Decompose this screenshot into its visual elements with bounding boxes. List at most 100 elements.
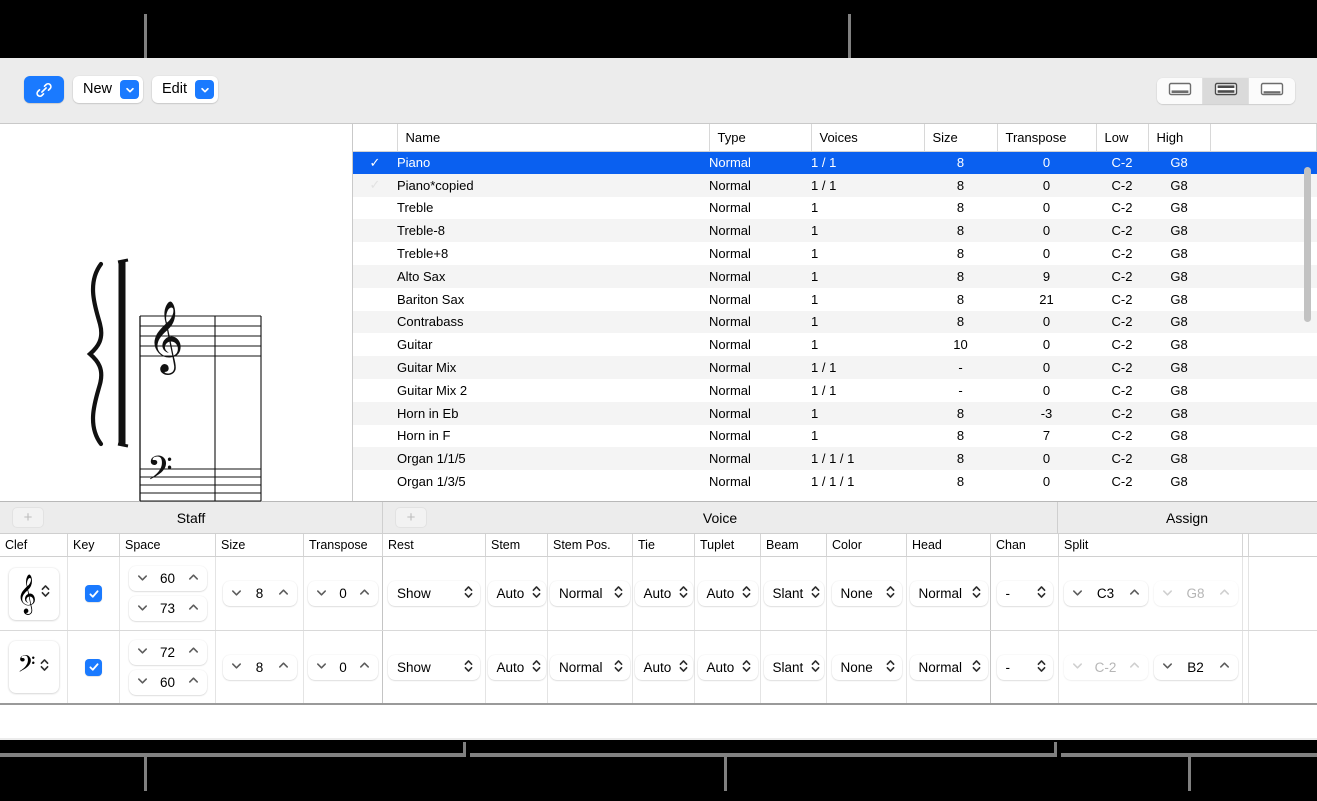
row-checkmark[interactable] (353, 447, 397, 471)
split-high-stepper-1-decrement-chevron-down-icon[interactable] (1161, 586, 1174, 602)
new-button[interactable]: New (73, 76, 144, 103)
table-row[interactable]: Contrabass Normal 1 8 0 C-2 G8 (353, 310, 1317, 334)
space-bottom-stepper-2-decrement-chevron-down-icon[interactable] (136, 674, 149, 690)
table-row[interactable]: Guitar Mix Normal 1 / 1-0 C-2 G8 (353, 356, 1317, 379)
clef-button-1[interactable]: 𝄞 (8, 567, 59, 620)
split-low-stepper-1-decrement-chevron-down-icon[interactable] (1071, 586, 1084, 602)
view-single-pane-button[interactable] (1157, 78, 1203, 104)
split-low-stepper-1[interactable]: C3 (1063, 581, 1148, 606)
new-dropdown-chevron-down-icon[interactable] (120, 80, 140, 99)
transpose-stepper-2[interactable]: 0 (308, 654, 378, 680)
table-row[interactable]: Treble Normal 1 8 0 C-2 G8 (353, 197, 1317, 220)
column-header-transpose[interactable]: Transpose (997, 124, 1097, 152)
row-checkmark[interactable] (353, 379, 397, 402)
row-checkmark[interactable] (353, 197, 397, 220)
row-checkmark[interactable] (353, 219, 397, 243)
transpose-stepper-2-decrement-chevron-down-icon[interactable] (315, 659, 328, 675)
split-low-stepper-1-increment-chevron-up-icon[interactable] (1128, 586, 1141, 602)
stem-popup-2[interactable]: Auto (487, 654, 546, 680)
stem-pos-popup-1[interactable]: Normal (550, 581, 630, 606)
view-split-pane-button[interactable] (1203, 78, 1249, 104)
size-stepper-1-decrement-chevron-down-icon[interactable] (230, 586, 243, 602)
split-high-stepper-2-increment-chevron-up-icon[interactable] (1218, 659, 1231, 675)
row-checkmark[interactable] (353, 425, 397, 448)
row-checkmark[interactable] (353, 401, 397, 425)
rest-popup-1[interactable]: Show (388, 581, 480, 606)
row-checkmark[interactable] (353, 264, 397, 288)
table-row[interactable]: Guitar Normal 1 10 0 C-2 G8 (353, 333, 1317, 356)
clef-button-2[interactable]: 𝄢 (8, 641, 59, 693)
split-low-stepper-2[interactable]: C-2 (1063, 654, 1148, 680)
beam-popup-2[interactable]: Slant (763, 654, 824, 680)
table-row[interactable]: Organ 1/3/5 Normal 1 / 1 / 1 8 0 C-2 G8 (353, 470, 1317, 493)
chan-popup-2[interactable]: - (996, 654, 1053, 680)
table-row[interactable]: Organ 1/1/5 Normal 1 / 1 / 1 8 0 C-2 G8 (353, 447, 1317, 471)
row-checkmark[interactable] (353, 288, 397, 311)
key-checkbox-1[interactable] (85, 585, 102, 602)
size-stepper-2[interactable]: 8 (222, 654, 297, 680)
head-popup-1[interactable]: Normal (909, 581, 988, 606)
table-row[interactable]: Horn in F Normal 1 8 7 C-2 G8 (353, 425, 1317, 448)
space-bottom-stepper-2-increment-chevron-up-icon[interactable] (187, 674, 200, 690)
chan-popup-1[interactable]: - (996, 581, 1053, 606)
space-bottom-stepper-2[interactable]: 60 (128, 669, 207, 695)
head-popup-2[interactable]: Normal (909, 654, 988, 680)
table-row[interactable]: Bariton Sax Normal 1 8 21 C-2 G8 (353, 288, 1317, 311)
table-row[interactable]: Treble-8 Normal 1 8 0 C-2 G8 (353, 219, 1317, 243)
split-high-stepper-2-decrement-chevron-down-icon[interactable] (1161, 659, 1174, 675)
tie-popup-1[interactable]: Auto (634, 581, 693, 606)
column-header-voices[interactable]: Voices (811, 124, 925, 152)
row-checkmark[interactable]: ✓ (353, 173, 397, 197)
rest-popup-2[interactable]: Show (388, 654, 480, 680)
beam-popup-1[interactable]: Slant (763, 581, 824, 606)
table-row[interactable]: Guitar Mix 2 Normal 1 / 1 - 0 C-2 G8 (353, 379, 1317, 402)
view-bottom-pane-button[interactable] (1249, 78, 1295, 104)
space-top-stepper-2-decrement-chevron-down-icon[interactable] (136, 644, 149, 660)
link-button[interactable] (24, 76, 64, 103)
size-stepper-1[interactable]: 8 (222, 581, 297, 606)
transpose-stepper-1[interactable]: 0 (308, 581, 378, 606)
size-stepper-1-increment-chevron-up-icon[interactable] (277, 586, 290, 602)
split-high-stepper-1[interactable]: G8 (1153, 581, 1238, 606)
space-bottom-stepper-1-increment-chevron-up-icon[interactable] (187, 601, 200, 617)
color-popup-2[interactable]: None (831, 654, 902, 680)
table-row[interactable]: ✓ Piano*copied Normal 1 / 1 8 0 C-2 G8 (353, 173, 1317, 197)
row-checkmark[interactable] (353, 356, 397, 379)
space-bottom-stepper-1[interactable]: 73 (128, 596, 207, 621)
add-staff-button[interactable]: + (12, 507, 44, 528)
edit-button[interactable]: Edit (152, 76, 219, 103)
stem-pos-popup-2[interactable]: Normal (550, 654, 630, 680)
row-checkmark[interactable]: ✓ (353, 151, 397, 174)
table-row[interactable]: ✓ Piano Normal 1 / 1 8 0 C-2 G8 (353, 151, 1317, 174)
stem-popup-1[interactable]: Auto (487, 581, 546, 606)
split-high-stepper-1-increment-chevron-up-icon[interactable] (1218, 586, 1231, 602)
key-checkbox-2[interactable] (85, 658, 102, 676)
split-low-stepper-2-increment-chevron-up-icon[interactable] (1128, 659, 1141, 675)
split-low-stepper-2-decrement-chevron-down-icon[interactable] (1071, 659, 1084, 675)
row-checkmark[interactable] (353, 310, 397, 334)
table-row[interactable]: Horn in Eb Normal 1 8 -3 C-2 G8 (353, 401, 1317, 425)
space-top-stepper-1-increment-chevron-up-icon[interactable] (187, 571, 200, 587)
table-scrollbar-thumb[interactable] (1304, 167, 1311, 322)
transpose-stepper-1-decrement-chevron-down-icon[interactable] (315, 586, 328, 602)
column-header-check[interactable] (353, 124, 398, 152)
space-top-stepper-2-increment-chevron-up-icon[interactable] (187, 644, 200, 660)
column-header-high[interactable]: High (1148, 124, 1211, 152)
instrument-table-container[interactable]: Name Type Voices Size Transpose Low High… (353, 124, 1317, 501)
edit-dropdown-chevron-down-icon[interactable] (195, 80, 215, 99)
space-bottom-stepper-1-decrement-chevron-down-icon[interactable] (136, 601, 149, 617)
tuplet-popup-2[interactable]: Auto (697, 654, 758, 680)
column-header-type[interactable]: Type (709, 124, 812, 152)
tie-popup-2[interactable]: Auto (634, 654, 693, 680)
row-checkmark[interactable] (353, 333, 397, 356)
add-voice-button[interactable]: + (395, 507, 427, 528)
row-checkmark[interactable] (353, 242, 397, 265)
tuplet-popup-1[interactable]: Auto (697, 581, 758, 606)
transpose-stepper-2-increment-chevron-up-icon[interactable] (358, 659, 371, 675)
size-stepper-2-increment-chevron-up-icon[interactable] (277, 659, 290, 675)
table-scrollbar[interactable] (1301, 157, 1314, 497)
row-checkmark[interactable] (353, 470, 397, 493)
table-row[interactable]: Alto Sax Normal 1 8 9 C-2 G8 (353, 264, 1317, 288)
transpose-stepper-1-increment-chevron-up-icon[interactable] (358, 586, 371, 602)
space-top-stepper-1[interactable]: 60 (128, 566, 207, 591)
